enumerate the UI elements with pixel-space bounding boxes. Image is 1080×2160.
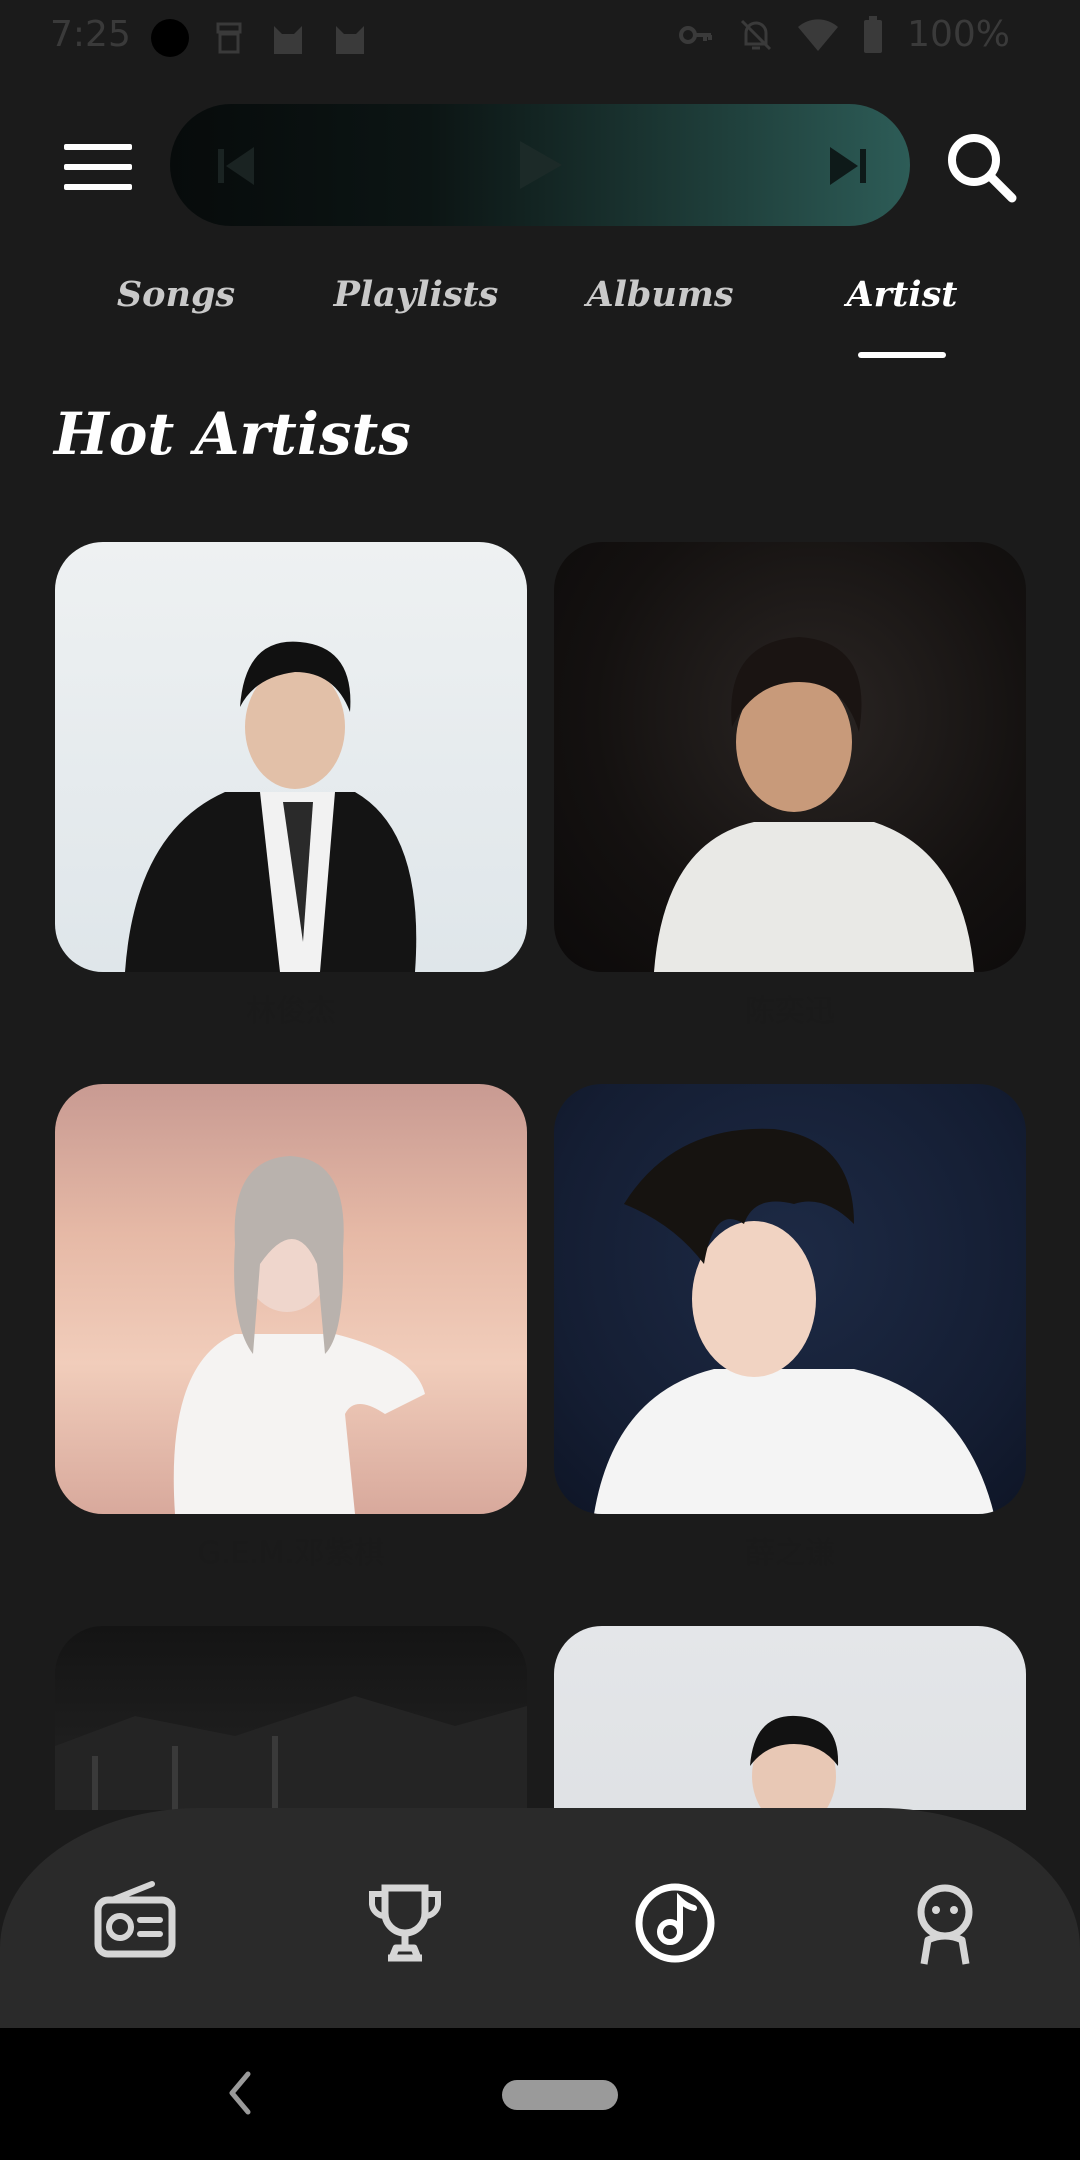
active-tab-indicator	[858, 352, 946, 358]
artist-portrait	[654, 637, 974, 972]
artist-card[interactable]	[554, 1626, 1026, 1810]
artist-name: 陈奕迅	[745, 994, 835, 1029]
tab-playlists[interactable]: Playlists	[334, 274, 499, 315]
system-navigation-bar	[0, 2028, 1080, 2160]
artist-photo	[55, 542, 527, 972]
artist-portrait	[594, 1128, 994, 1514]
notification-icons	[150, 18, 370, 58]
status-bar: 7:25 100%	[0, 0, 1080, 80]
wifi-icon	[798, 18, 839, 51]
skip-previous-icon[interactable]	[214, 135, 258, 195]
bottom-navigation	[0, 1808, 1080, 2028]
hamburger-menu-icon[interactable]	[64, 140, 134, 196]
section-title: Hot Artists	[54, 400, 411, 468]
artist-card[interactable]: 陈奕迅	[554, 542, 1026, 1030]
music-note-disc-icon[interactable]	[630, 1878, 720, 1968]
skip-next-icon[interactable]	[826, 135, 870, 195]
home-pill-icon[interactable]	[502, 2080, 618, 2110]
search-icon[interactable]	[944, 130, 1018, 204]
tab-songs[interactable]: Songs	[117, 274, 235, 315]
artist-portrait	[750, 1715, 839, 1810]
cat-notification-icon	[274, 26, 302, 54]
profile-icon[interactable]	[900, 1878, 990, 1968]
vpn-key-icon	[679, 25, 713, 44]
notifications-off-icon	[741, 19, 772, 50]
artist-photo	[55, 1084, 527, 1514]
artist-card[interactable]: 林俊杰	[55, 542, 527, 1030]
artist-photo	[554, 1084, 1026, 1514]
notification-app-icon	[216, 22, 242, 54]
artist-portrait	[55, 1696, 527, 1810]
radio-icon[interactable]	[90, 1878, 180, 1968]
app-screen: 7:25 100% Songs Playlists Albums Artist …	[0, 0, 1080, 2160]
cat-notification-icon	[336, 26, 364, 54]
artist-name: 薛之谦	[745, 1536, 835, 1571]
back-chevron-icon[interactable]	[224, 2068, 254, 2118]
trophy-icon[interactable]	[360, 1878, 450, 1968]
artist-portrait	[173, 1156, 425, 1514]
artist-photo	[554, 542, 1026, 972]
artist-portrait	[125, 641, 417, 972]
system-status-icons: 100%	[677, 14, 1010, 55]
battery-percentage: 100%	[907, 14, 1010, 55]
artist-card[interactable]: G.E.M.邓紫棋	[55, 1084, 527, 1572]
artist-card[interactable]: 薛之谦	[554, 1084, 1026, 1572]
artist-row-partial	[0, 1620, 1080, 1810]
notification-dot-icon	[151, 19, 189, 57]
artist-photo	[554, 1626, 1026, 1810]
artist-name: G.E.M.邓紫棋	[197, 1536, 385, 1571]
artist-photo	[55, 1626, 527, 1810]
artist-name: 林俊杰	[246, 994, 336, 1029]
battery-icon	[864, 15, 883, 53]
category-tabs: Songs Playlists Albums Artist	[0, 262, 1080, 362]
status-time: 7:25	[50, 14, 131, 55]
mini-player-bar[interactable]	[170, 104, 910, 226]
tab-artist[interactable]: Artist	[847, 274, 958, 315]
tab-albums[interactable]: Albums	[586, 274, 733, 315]
play-icon[interactable]	[510, 135, 570, 195]
artist-card[interactable]	[55, 1626, 527, 1810]
